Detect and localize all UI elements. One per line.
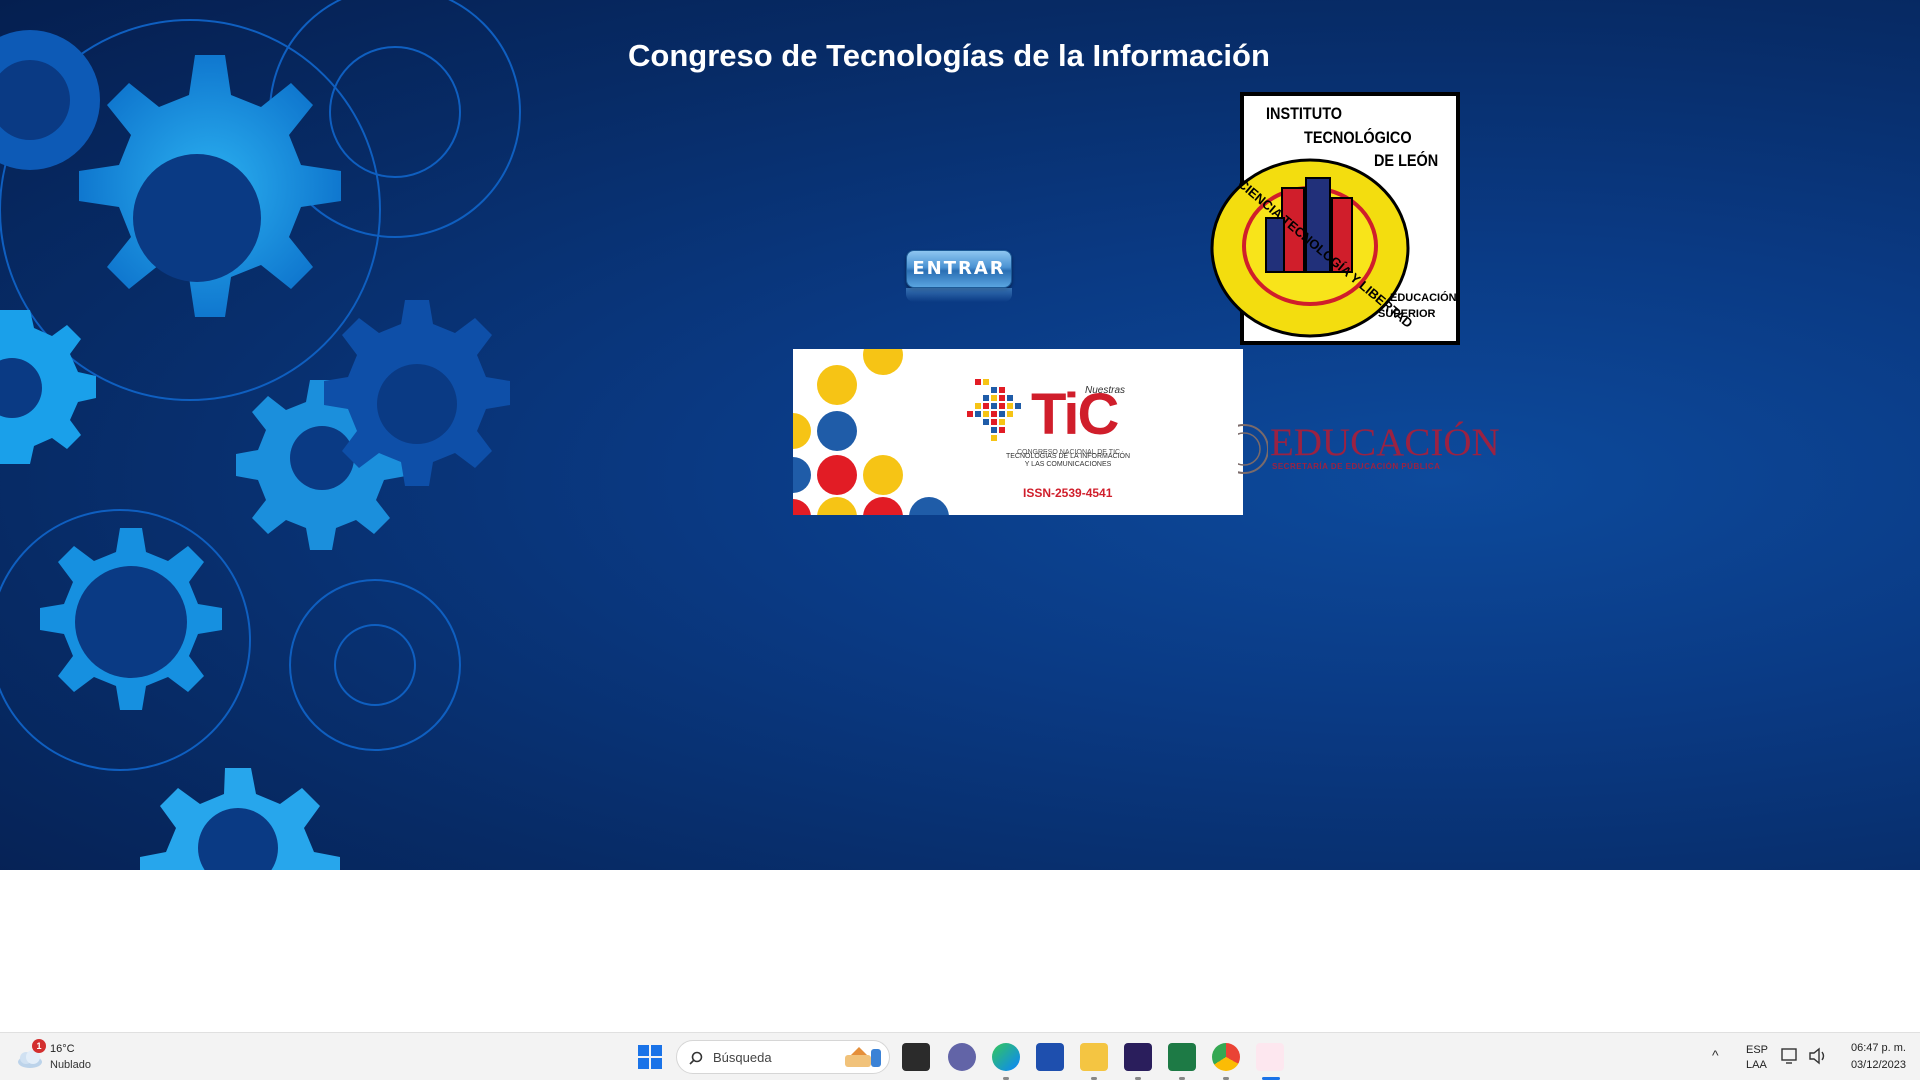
tic-caption-line2: Y LAS COMUNICACIONES: [1024, 461, 1112, 468]
input-layout[interactable]: LAA: [1746, 1059, 1767, 1071]
tic-caption: TECNOLOGÍAS DE LA INFORMACIÓN Y LAS COMU…: [1003, 453, 1133, 469]
weather-description: Nublado: [50, 1059, 91, 1071]
weather-temperature: 16°C: [50, 1043, 75, 1055]
teams-icon[interactable]: [948, 1043, 976, 1071]
gears-background-graphic: [0, 0, 521, 870]
enter-button[interactable]: ENTRAR: [906, 250, 1012, 288]
input-language[interactable]: ESP: [1746, 1044, 1768, 1056]
search-placeholder: Búsqueda: [713, 1050, 772, 1065]
tic-logo-nuestras: Nuestras: [1085, 385, 1126, 396]
store-icon[interactable]: [1036, 1043, 1064, 1071]
task-view-icon[interactable]: [902, 1043, 930, 1071]
show-hidden-icons-chevron[interactable]: ^: [1712, 1047, 1719, 1063]
chrome-icon[interactable]: [1212, 1043, 1240, 1071]
web-page-viewport: Congreso de Tecnologías de la Informació…: [0, 0, 1920, 870]
itl-logo: INSTITUTO TECNOLÓGICO DE LEÓN CIENCIA TE…: [1210, 92, 1460, 345]
tic-dots-graphic: [793, 349, 949, 515]
search-icon: [689, 1051, 703, 1065]
sep-logo-word: EDUCACIÓN: [1270, 421, 1500, 464]
itl-logo-line2: TECNOLÓGICO: [1304, 128, 1412, 147]
weather-widget[interactable]: 1 16°C Nublado: [16, 1039, 136, 1075]
tic-caption-line1: TECNOLOGÍAS DE LA INFORMACIÓN: [1005, 453, 1131, 460]
itl-badge-line2: SUPERIOR: [1378, 308, 1436, 320]
snipping-tool-icon[interactable]: [1256, 1043, 1284, 1071]
search-highlight-icon: [845, 1047, 881, 1067]
page-title: Congreso de Tecnologías de la Informació…: [628, 38, 1270, 73]
folder-icon[interactable]: [1080, 1043, 1108, 1071]
itl-badge-line1: EDUCACIÓN: [1390, 292, 1457, 304]
windows-taskbar: 1 16°C Nublado Búsqueda ^ ESP LAA 06:47 …: [0, 1032, 1920, 1080]
sep-education-logo: EDUCACIÓN SECRETARÍA DE EDUCACIÓN PÚBLIC…: [1238, 418, 1508, 478]
enter-button-reflection: [906, 288, 1012, 302]
windows-start-button[interactable]: [638, 1045, 662, 1069]
tic-pixel-cross-graphic: [967, 379, 1021, 441]
media-icon[interactable]: [1124, 1043, 1152, 1071]
excel-icon[interactable]: [1168, 1043, 1196, 1071]
itl-logo-line1: INSTITUTO: [1266, 104, 1343, 123]
taskbar-search-box[interactable]: Búsqueda: [676, 1040, 890, 1074]
clock-date[interactable]: 03/12/2023: [1836, 1059, 1906, 1071]
tic-issn: ISSN-2539-4541: [1023, 486, 1113, 500]
tic-congress-banner: TiC Nuestras CONGRESO NACIONAL DE TIC TE…: [793, 349, 1243, 515]
weather-notification-badge: 1: [32, 1039, 46, 1053]
clock-time[interactable]: 06:47 p. m.: [1836, 1042, 1906, 1054]
edge-icon[interactable]: [992, 1043, 1020, 1071]
sep-logo-subtitle: SECRETARÍA DE EDUCACIÓN PÚBLICA: [1272, 462, 1441, 471]
network-volume-icons[interactable]: [1780, 1046, 1830, 1066]
sep-seal-icon: [1238, 424, 1268, 474]
